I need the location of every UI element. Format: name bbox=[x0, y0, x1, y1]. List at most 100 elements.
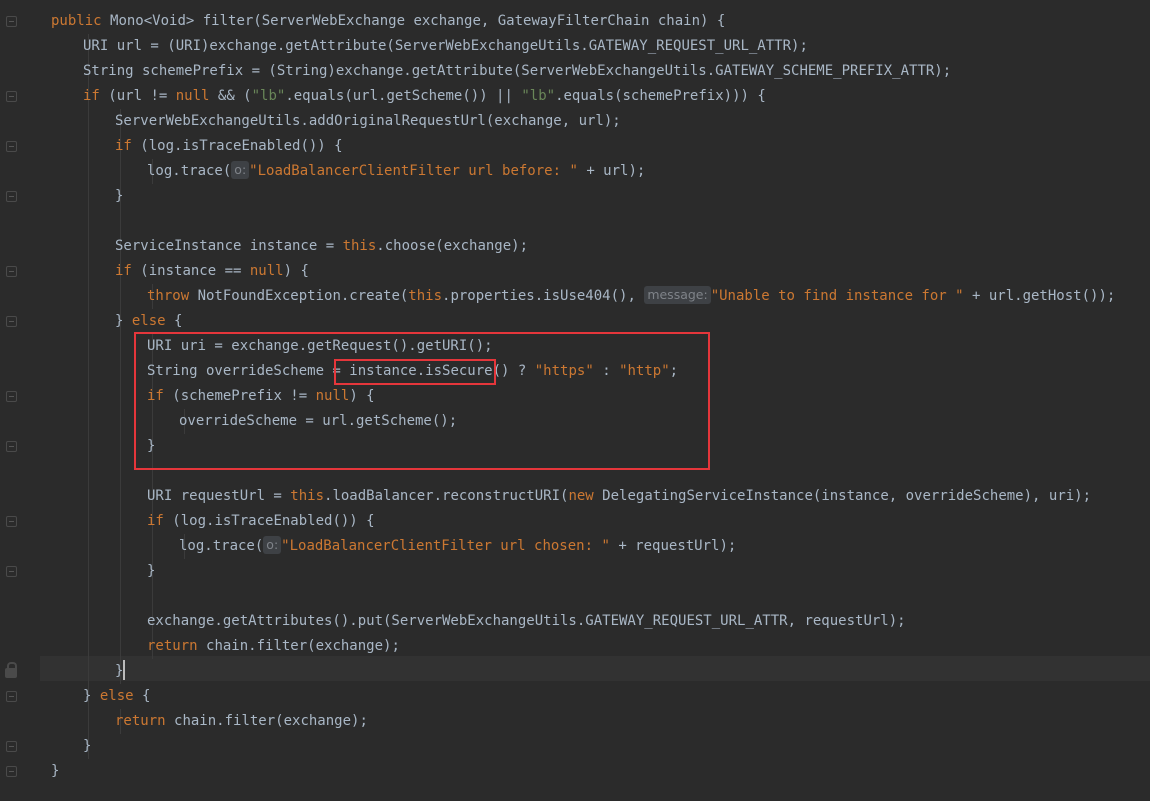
code-string: "LoadBalancerClientFilter url chosen: " bbox=[281, 538, 610, 554]
fold-marker-icon[interactable] bbox=[6, 566, 17, 577]
code-keyword: public bbox=[51, 13, 111, 29]
code-string: "https" bbox=[534, 363, 594, 379]
code-line[interactable]: } bbox=[115, 659, 126, 684]
indent-guide bbox=[88, 34, 89, 759]
code-text: + requestUrl); bbox=[609, 538, 737, 554]
code-text: ; bbox=[669, 363, 679, 379]
code-keyword: throw bbox=[147, 288, 198, 304]
fold-marker-icon[interactable] bbox=[6, 16, 17, 27]
code-keyword: return bbox=[115, 713, 175, 729]
code-text: (log.isTraceEnabled()) { bbox=[172, 513, 375, 529]
code-line[interactable]: if (log.isTraceEnabled()) { bbox=[115, 134, 343, 159]
fold-marker-icon[interactable] bbox=[6, 91, 17, 102]
code-text: overrideScheme = url.getScheme(); bbox=[179, 413, 458, 429]
code-editor[interactable]: public Mono<Void> filter(ServerWebExchan… bbox=[0, 0, 1150, 801]
fold-marker-icon[interactable] bbox=[6, 516, 17, 527]
text-caret bbox=[123, 660, 126, 680]
code-text: } bbox=[115, 313, 132, 329]
editor-gutter[interactable] bbox=[0, 0, 40, 801]
code-string: "lb" bbox=[251, 88, 286, 104]
code-text: exchange.getAttributes().put(ServerWebEx… bbox=[147, 613, 906, 629]
code-text: } bbox=[147, 563, 156, 579]
fold-marker-icon[interactable] bbox=[6, 266, 17, 277]
fold-marker-icon[interactable] bbox=[6, 391, 17, 402]
code-keyword: if bbox=[115, 138, 141, 154]
code-line[interactable]: if (url != null && ("lb".equals(url.getS… bbox=[83, 84, 766, 109]
code-text: .loadBalancer.reconstructURI( bbox=[324, 488, 569, 504]
code-line[interactable]: URI url = (URI)exchange.getAttribute(Ser… bbox=[83, 34, 808, 59]
code-line[interactable]: ServiceInstance instance = this.choose(e… bbox=[115, 234, 528, 259]
code-line[interactable]: } else { bbox=[115, 309, 182, 334]
code-keyword: if bbox=[147, 513, 173, 529]
code-text: .properties.isUse404(), bbox=[442, 288, 645, 304]
code-text: : bbox=[593, 363, 620, 379]
fold-marker-icon[interactable] bbox=[6, 691, 17, 702]
code-line[interactable]: } bbox=[83, 734, 91, 759]
code-text: (instance == bbox=[140, 263, 250, 279]
code-line[interactable]: } else { bbox=[83, 684, 150, 709]
code-string: "Unable to find instance for " bbox=[710, 288, 964, 304]
code-line[interactable]: } bbox=[147, 559, 155, 584]
fold-marker-icon[interactable] bbox=[6, 141, 17, 152]
code-line[interactable]: if (instance == null) { bbox=[115, 259, 309, 284]
parameter-hint: o: bbox=[231, 161, 250, 179]
code-keyword: this bbox=[290, 488, 325, 504]
code-text: NotFoundException.create( bbox=[197, 288, 409, 304]
code-text: && ( bbox=[217, 88, 252, 104]
lock-icon bbox=[5, 662, 17, 678]
code-line[interactable]: return chain.filter(exchange); bbox=[147, 634, 400, 659]
code-text: .choose(exchange); bbox=[376, 238, 529, 254]
code-line[interactable]: URI requestUrl = this.loadBalancer.recon… bbox=[147, 484, 1091, 509]
code-text: .equals(schemePrefix))) { bbox=[555, 88, 766, 104]
code-line[interactable]: log.trace(o: "LoadBalancerClientFilter ur… bbox=[179, 534, 736, 559]
code-line[interactable]: String schemePrefix = (String)exchange.g… bbox=[83, 59, 951, 84]
code-text: { bbox=[174, 313, 183, 329]
code-keyword: this bbox=[408, 288, 443, 304]
fold-marker-icon[interactable] bbox=[6, 441, 17, 452]
code-line[interactable]: if (log.isTraceEnabled()) { bbox=[147, 509, 375, 534]
code-text: log.trace( bbox=[179, 538, 264, 554]
code-line[interactable]: } bbox=[115, 184, 123, 209]
code-line[interactable]: return chain.filter(exchange); bbox=[115, 709, 368, 734]
code-text: instance.isSecure() bbox=[349, 363, 510, 379]
code-line[interactable]: throw NotFoundException.create(this.prop… bbox=[147, 284, 1115, 309]
code-text: Mono<Void> filter(ServerWebExchange exch… bbox=[110, 13, 726, 29]
code-line[interactable]: if (schemePrefix != null) { bbox=[147, 384, 375, 409]
code-line[interactable]: } bbox=[147, 434, 155, 459]
code-text: DelegatingServiceInstance(instance, over… bbox=[602, 488, 1092, 504]
code-keyword: if bbox=[147, 388, 173, 404]
code-text: } bbox=[147, 438, 156, 454]
fold-marker-icon[interactable] bbox=[6, 191, 17, 202]
code-keyword: null bbox=[315, 388, 350, 404]
code-text: log.trace( bbox=[147, 163, 232, 179]
code-line[interactable]: ServerWebExchangeUtils.addOriginalReques… bbox=[115, 109, 621, 134]
code-text: chain.filter(exchange); bbox=[174, 713, 368, 729]
code-text: .equals(url.getScheme()) || bbox=[285, 88, 522, 104]
current-line-highlight bbox=[0, 656, 1150, 681]
code-line[interactable]: log.trace(o: "LoadBalancerClientFilter ur… bbox=[147, 159, 645, 184]
code-line[interactable]: URI uri = exchange.getRequest().getURI()… bbox=[147, 334, 493, 359]
parameter-hint: message: bbox=[644, 286, 711, 304]
code-text: String overrideScheme = bbox=[147, 363, 350, 379]
code-text: String schemePrefix = (String)exchange.g… bbox=[83, 63, 952, 79]
code-text: } bbox=[115, 188, 124, 204]
fold-marker-icon[interactable] bbox=[6, 316, 17, 327]
code-string: "LoadBalancerClientFilter url before: " bbox=[249, 163, 578, 179]
code-text: URI requestUrl = bbox=[147, 488, 291, 504]
fold-marker-icon[interactable] bbox=[6, 741, 17, 752]
code-text: ) { bbox=[283, 263, 309, 279]
code-text: URI uri = exchange.getRequest().getURI()… bbox=[147, 338, 493, 354]
code-keyword: if bbox=[83, 88, 109, 104]
code-line[interactable]: public Mono<Void> filter(ServerWebExchan… bbox=[51, 9, 725, 34]
code-line[interactable]: String overrideScheme = instance.isSecur… bbox=[147, 359, 678, 384]
fold-marker-icon[interactable] bbox=[6, 766, 17, 777]
code-line[interactable]: overrideScheme = url.getScheme(); bbox=[179, 409, 457, 434]
code-keyword: null bbox=[249, 263, 284, 279]
code-string: "http" bbox=[619, 363, 670, 379]
parameter-hint: o: bbox=[263, 536, 282, 554]
code-text: { bbox=[142, 688, 151, 704]
code-keyword: if bbox=[115, 263, 141, 279]
code-line[interactable]: exchange.getAttributes().put(ServerWebEx… bbox=[147, 609, 906, 634]
code-line[interactable]: } bbox=[51, 759, 59, 784]
code-text: ServiceInstance instance = bbox=[115, 238, 343, 254]
